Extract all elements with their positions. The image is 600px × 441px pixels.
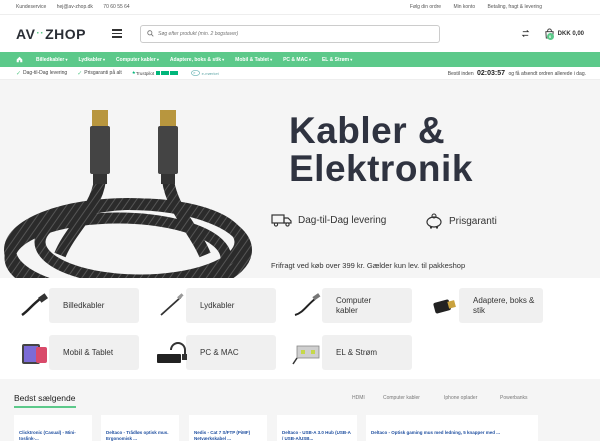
hero-feature-delivery-text: Dag-til-Dag levering: [298, 214, 387, 226]
audio-cable-icon: [152, 288, 192, 323]
topbar-contact: Kundeservice hej@av-zhop.dk 70 60 55 64: [16, 4, 139, 10]
tab-iphone-oplader[interactable]: Iphone oplader: [444, 395, 477, 401]
product-card[interactable]: Deltaco - Optisk gaming mus med ledning,…: [366, 415, 538, 441]
nav-item-billedkabler[interactable]: Billedkabler: [36, 57, 67, 63]
email-link[interactable]: hej@av-zhop.dk: [57, 4, 93, 10]
tab-hdmi[interactable]: HDMI: [352, 395, 365, 401]
check-icon: ✓: [77, 70, 83, 77]
hero-title-line2: Elektronik: [289, 148, 473, 189]
bestsellers-title: Bedst sælgende: [14, 393, 76, 403]
bestsellers-section: Bedst sælgende HDMI Computer kabler Ipho…: [0, 379, 600, 441]
track-order-link[interactable]: Følg din ordre: [410, 4, 441, 10]
countdown-suffix: og få afsendt ordren allerede i dag.: [508, 70, 586, 77]
site-logo[interactable]: AV ·· ZHOP: [16, 26, 110, 42]
bestsellers-underline: [14, 406, 76, 408]
hero-title-line1: Kabler &: [289, 110, 446, 151]
category-pc-mac[interactable]: PC & MAC: [152, 335, 276, 370]
category-label: Mobil & Tablet: [63, 347, 114, 357]
category-label: Computer kabler: [336, 295, 372, 315]
usp-bar: ✓ Dag-til-Dag levering ✓ Prisgaranti på …: [0, 67, 600, 80]
check-icon: ✓: [16, 70, 22, 77]
category-label: PC & MAC: [200, 347, 239, 357]
tab-powerbanks[interactable]: Powerbanks: [500, 395, 528, 401]
category-lydkabler[interactable]: Lydkabler: [152, 288, 276, 323]
search-icon: [147, 30, 154, 37]
logo-text-right: ZHOP: [45, 25, 86, 42]
emaerket-logo-icon: e: [190, 70, 200, 76]
piggy-bank-icon: [426, 213, 442, 229]
hero-feature-delivery: Dag-til-Dag levering: [271, 213, 386, 227]
countdown-prefix: Bestil inden: [447, 70, 474, 77]
usp-price-text: Prisgaranti på alt: [84, 70, 122, 76]
usp-delivery-text: Dag-til-Dag levering: [23, 70, 68, 76]
product-card[interactable]: Clicktronic (Casual) - Mini-toslink-...: [14, 415, 92, 441]
nav-item-pc-mac[interactable]: PC & MAC: [283, 57, 311, 63]
hdmi-cable-image: [4, 110, 252, 278]
usp-price: ✓ Prisgaranti på alt: [77, 70, 122, 77]
phone-link[interactable]: 70 60 55 64: [103, 4, 129, 10]
delivery-truck-icon: [271, 214, 292, 227]
menu-icon[interactable]: [112, 29, 122, 38]
category-computer-kabler[interactable]: Computer kabler: [288, 288, 412, 323]
category-label: Lydkabler: [200, 300, 235, 310]
power-strip-icon: [288, 335, 328, 370]
trustpilot-rating-stars: [156, 71, 179, 75]
nav-item-adaptere[interactable]: Adaptere, boks & stik: [170, 57, 224, 63]
order-countdown: Bestil inden 02:03:57 og få afsendt ordr…: [448, 70, 586, 77]
logo-text-left: AV: [16, 25, 36, 42]
topbar-links: Følg din ordre Min konto Betaling, fragt…: [399, 4, 542, 10]
category-label: Adaptere, boks & stik: [473, 295, 535, 315]
customer-service-link[interactable]: Kundeservice: [16, 4, 46, 10]
nav-item-el-strom[interactable]: EL & Strøm: [322, 57, 352, 63]
usb-cable-icon: [288, 288, 328, 323]
header-actions: 0 DKK 0,00: [521, 28, 584, 40]
emaerket-text: e-mærket: [201, 70, 219, 76]
trustpilot-text: Trustpilot: [135, 70, 155, 76]
payment-shipping-link[interactable]: Betaling, fragt & levering: [488, 4, 542, 10]
countdown-timer: 02:03:57: [477, 69, 506, 77]
compare-icon[interactable]: [521, 29, 530, 38]
hero-feature-price: Prisgaranti: [424, 213, 497, 229]
category-adaptere[interactable]: Adaptere, boks & stik: [425, 288, 543, 323]
category-billedkabler[interactable]: Billedkabler: [15, 288, 139, 323]
hero-shipping-note: Frifragt ved køb over 399 kr. Gælder kun…: [271, 261, 466, 270]
tablet-icon: [15, 335, 55, 370]
adapter-icon: [425, 288, 465, 323]
home-icon[interactable]: [16, 56, 30, 63]
search-input[interactable]: [158, 30, 428, 37]
tab-computer-kabler[interactable]: Computer kabler: [383, 395, 420, 401]
category-label: EL & Strøm: [336, 347, 378, 357]
emaerket-badge[interactable]: e e-mærket: [190, 70, 219, 76]
pc-accessories-icon: [152, 335, 192, 370]
page: Kundeservice hej@av-zhop.dk 70 60 55 64 …: [0, 0, 600, 441]
nav-item-mobil-tablet[interactable]: Mobil & Tablet: [235, 57, 272, 63]
my-account-link[interactable]: Min konto: [453, 4, 475, 10]
product-card[interactable]: Deltaco - USB-A 3.0 Hub (USB-A / USB-A/U…: [277, 415, 357, 441]
hero-title: Kabler & Elektronik: [289, 112, 473, 188]
search-box[interactable]: [140, 24, 440, 43]
logo-dots: ··: [36, 28, 45, 39]
category-mobil-tablet[interactable]: Mobil & Tablet: [15, 335, 139, 370]
main-navigation: Billedkabler Lydkabler Computer kabler A…: [0, 52, 600, 67]
category-label: Billedkabler: [63, 300, 105, 310]
hero-banner[interactable]: Kabler & Elektronik Dag-til-Dag levering…: [0, 80, 600, 278]
svg-text:e: e: [193, 71, 195, 75]
nav-item-computer-kabler[interactable]: Computer kabler: [116, 57, 159, 63]
product-card[interactable]: Deltaco - Trådløs optisk mus. Ergonomisk…: [101, 415, 179, 441]
hero-feature-price-text: Prisgaranti: [449, 215, 497, 227]
site-header: AV ·· ZHOP 0 DKK 0,00: [0, 15, 600, 52]
usp-delivery: ✓ Dag-til-Dag levering: [16, 70, 67, 77]
nav-item-lydkabler[interactable]: Lydkabler: [78, 57, 105, 63]
cart-total: DKK 0,00: [557, 30, 584, 37]
trustpilot-badge[interactable]: ★ Trustpilot: [132, 70, 179, 76]
top-utility-bar: Kundeservice hej@av-zhop.dk 70 60 55 64 …: [0, 0, 600, 15]
product-card[interactable]: Nedis - Cat 7 S/FTP (PiMF) Netværkskabel…: [189, 415, 267, 441]
cart-button[interactable]: 0 DKK 0,00: [544, 28, 584, 40]
category-el-strom[interactable]: EL & Strøm: [288, 335, 412, 370]
cart-count-badge: 0: [546, 33, 554, 40]
hdmi-cable-icon: [15, 288, 55, 323]
